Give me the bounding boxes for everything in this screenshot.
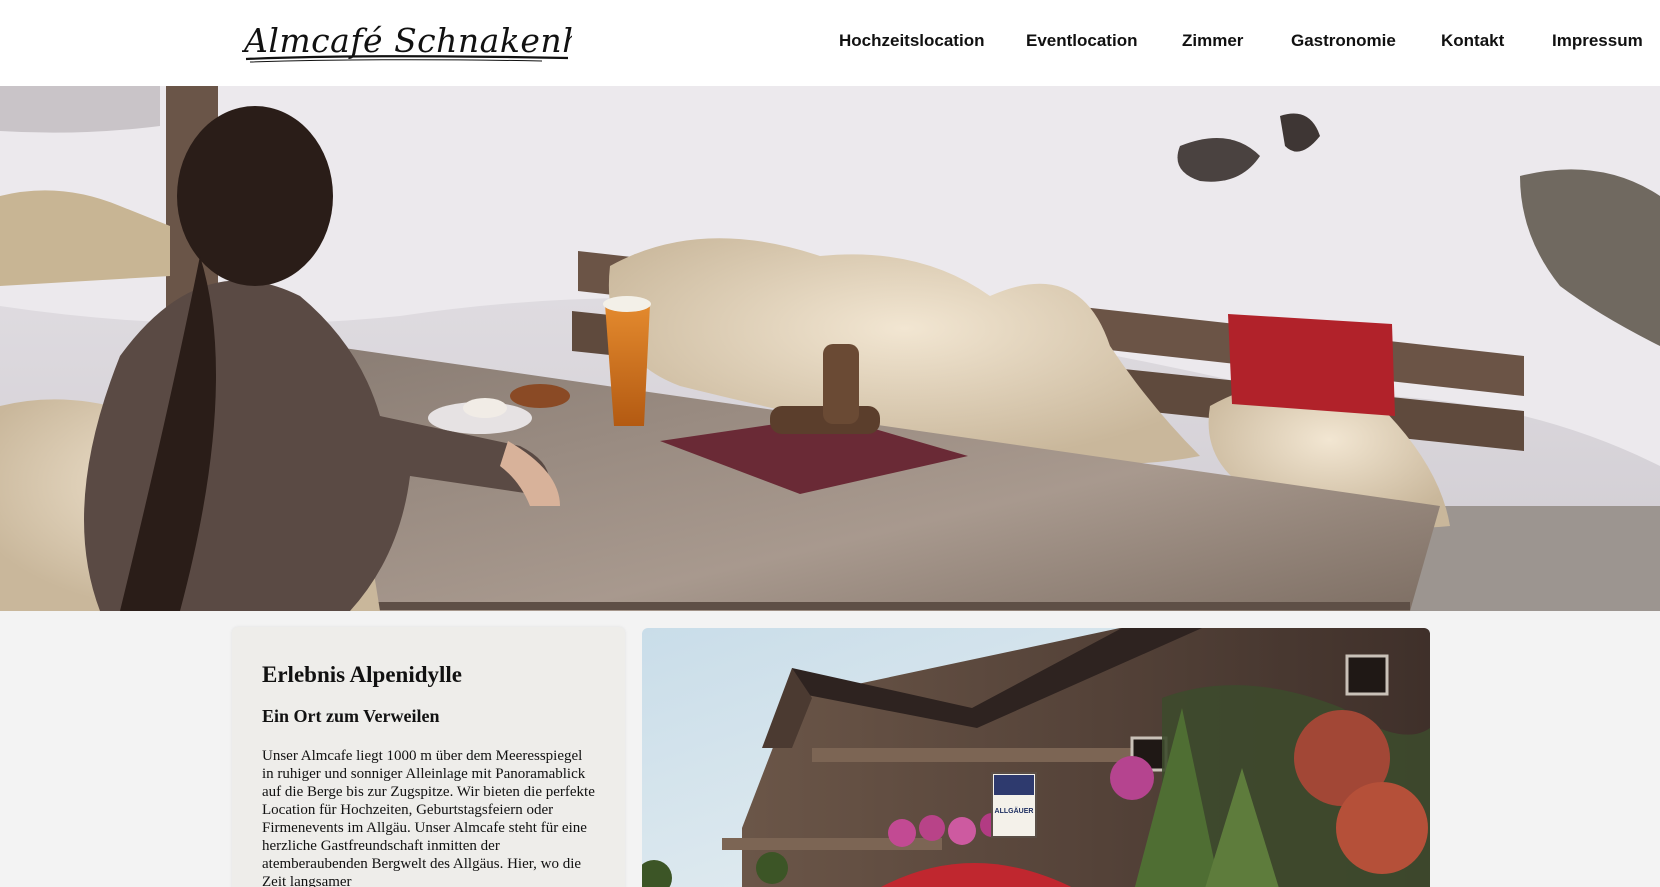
site-header: Almcafé Schnakenhöhe Hochzeitslocation E…	[0, 0, 1660, 86]
nav-item-zimmer[interactable]: Zimmer	[1182, 31, 1243, 51]
intro-title: Erlebnis Alpenidylle	[262, 662, 463, 687]
nav-item-hochzeitslocation[interactable]: Hochzeitslocation	[839, 31, 984, 51]
nav-item-kontakt[interactable]: Kontakt	[1441, 31, 1504, 51]
terrace-winter-photo	[0, 86, 1660, 611]
nav-item-eventlocation[interactable]: Eventlocation	[1026, 31, 1137, 51]
intro-subtitle: Ein Ort zum Verweilen	[262, 706, 440, 726]
hero-image	[0, 86, 1660, 611]
chalet-photo: ALLGÄUER	[642, 628, 1430, 887]
main-nav: Hochzeitslocation Eventlocation Zimmer G…	[0, 31, 1660, 55]
chalet-exterior-photo: ALLGÄUER	[642, 628, 1430, 887]
nav-item-impressum[interactable]: Impressum	[1552, 31, 1643, 51]
nav-item-gastronomie[interactable]: Gastronomie	[1291, 31, 1396, 51]
intro-card: Erlebnis Alpenidylle Ein Ort zum Verweil…	[232, 627, 625, 887]
intro-body: Unser Almcafe liegt 1000 m über dem Meer…	[262, 748, 595, 887]
sign-text: ALLGÄUER	[995, 807, 1034, 815]
